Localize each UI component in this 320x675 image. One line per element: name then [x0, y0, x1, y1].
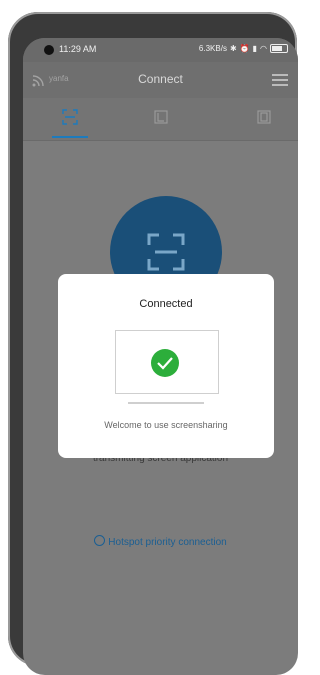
menu-icon[interactable] — [272, 74, 288, 86]
camera-hole-icon — [44, 45, 54, 55]
wifi-icon: ◠ — [260, 44, 267, 53]
check-circle-icon — [94, 535, 106, 546]
scan-icon — [62, 109, 78, 125]
hotspot-label: Hotspot priority connection — [108, 537, 227, 548]
status-time: 11:29 AM — [59, 44, 97, 54]
alarm-icon: ⏰ — [239, 44, 250, 53]
app-bar: yanfa Connect — [23, 62, 298, 98]
screen-cast-icon — [154, 110, 168, 124]
status-bar: 11:29 AM 6.3KB/s ✱ ⏰ ▮ ◠ — [23, 38, 298, 62]
bluetooth-icon: ✱ — [229, 44, 237, 53]
tab-device[interactable] — [251, 106, 277, 132]
monitor-stand — [128, 402, 204, 404]
screen: 11:29 AM 6.3KB/s ✱ ⏰ ▮ ◠ yanfa Connect t… — [23, 38, 298, 675]
network-speed: 6.3KB/s — [198, 44, 227, 53]
status-right: 6.3KB/s ✱ ⏰ ▮ ◠ — [199, 44, 288, 53]
hotspot-priority-link[interactable]: Hotspot priority connection — [23, 535, 298, 548]
page-title: Connect — [138, 72, 183, 86]
scan-icon — [147, 233, 185, 271]
tab-bar — [23, 98, 298, 141]
device-icon — [257, 110, 271, 124]
active-tab-indicator — [52, 136, 88, 138]
dialog-message: Welcome to use screensharing — [104, 420, 228, 430]
connected-dialog: Connected Welcome to use screensharing — [58, 274, 274, 458]
battery-icon — [270, 44, 288, 53]
phone-frame: 11:29 AM 6.3KB/s ✱ ⏰ ▮ ◠ yanfa Connect t… — [8, 12, 298, 675]
dialog-title: Connected — [139, 298, 193, 310]
tab-screen-cast[interactable] — [148, 106, 174, 132]
signal-icon: ▮ — [252, 44, 258, 53]
success-check-icon — [151, 349, 179, 377]
tab-scan[interactable] — [52, 106, 88, 138]
